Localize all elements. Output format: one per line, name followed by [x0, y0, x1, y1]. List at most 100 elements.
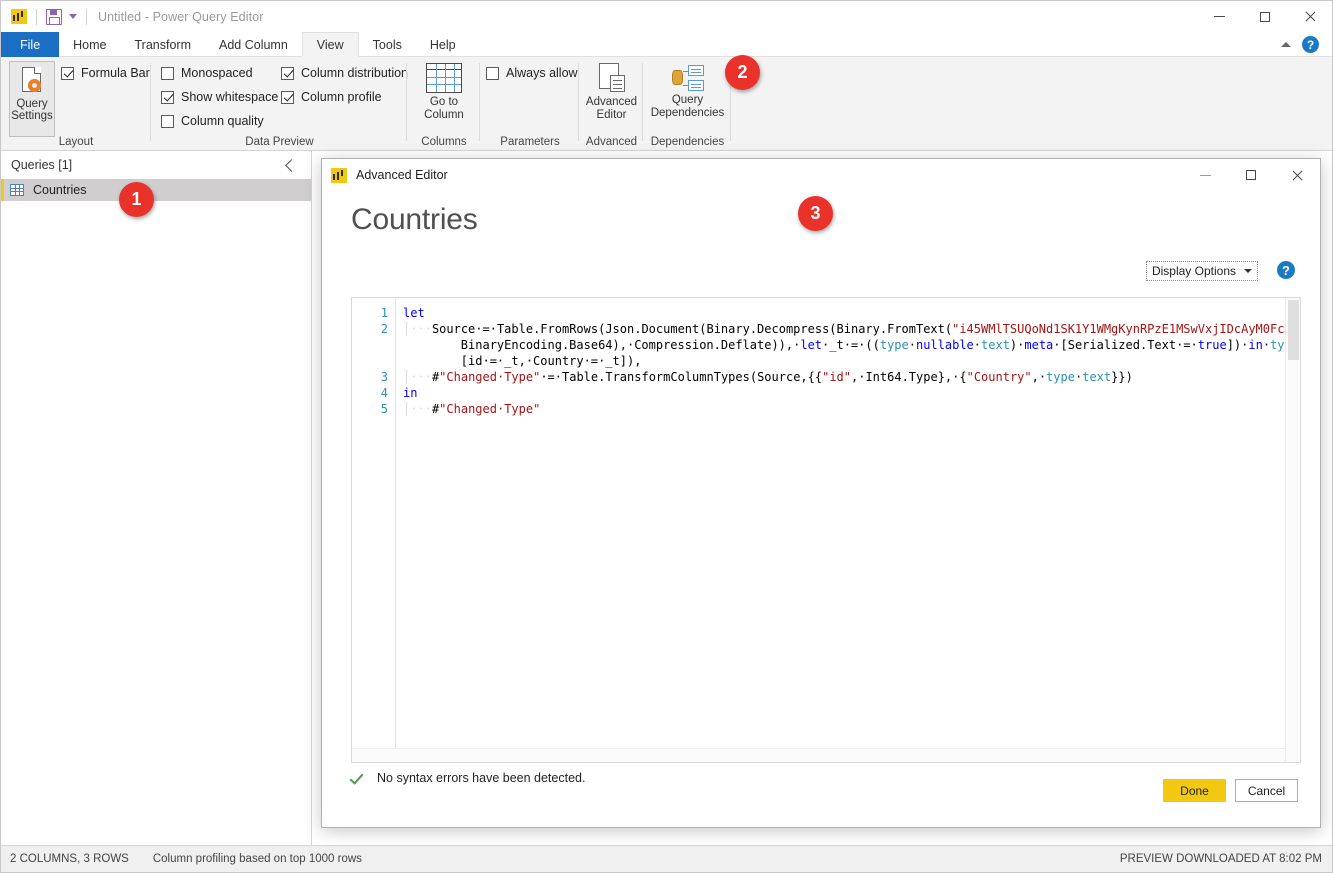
query-dependencies-button[interactable]: Query Dependencies [644, 63, 731, 120]
power-query-editor-window: Untitled - Power Query Editor File Home … [0, 0, 1333, 873]
divider [479, 63, 480, 141]
checkbox-show-whitespace[interactable]: Show whitespace [161, 90, 278, 104]
ribbon-group-data-preview: Monospaced Show whitespace Column qualit… [152, 57, 407, 151]
checkbox-column-quality[interactable]: Column quality [161, 114, 264, 128]
dialog-close-button[interactable] [1274, 159, 1320, 191]
dialog-help-icon[interactable]: ? [1277, 261, 1295, 279]
tab-help[interactable]: Help [416, 32, 470, 57]
dialog-title-bar: Advanced Editor [322, 159, 1320, 191]
vertical-scrollbar[interactable] [1285, 298, 1300, 762]
title-bar: Untitled - Power Query Editor [1, 1, 1332, 32]
dialog-body: Countries Display Options ? 1200345 let│… [322, 191, 1320, 827]
syntax-status: No syntax errors have been detected. [351, 771, 585, 785]
maximize-button[interactable] [1242, 1, 1287, 32]
close-button[interactable] [1287, 1, 1332, 32]
go-to-column-button[interactable]: Go to Column [408, 63, 480, 122]
line-numbers-content: 1200345 [352, 305, 388, 417]
advanced-editor-dialog: Advanced Editor Countries Display Option… [321, 158, 1321, 828]
checkbox-icon [161, 91, 174, 104]
horizontal-scrollbar[interactable] [352, 748, 1285, 762]
maximize-icon [1260, 12, 1270, 22]
ribbon-group-label-columns: Columns [408, 136, 480, 148]
tab-transform[interactable]: Transform [121, 32, 206, 57]
annotation-badge-1: 1 [119, 182, 154, 217]
tab-add-column[interactable]: Add Column [205, 32, 302, 57]
checkbox-column-profile[interactable]: Column profile [281, 90, 382, 104]
checkbox-column-profile-label: Column profile [301, 90, 382, 104]
query-settings-label-line1: Query [16, 98, 47, 110]
save-icon[interactable] [46, 9, 62, 25]
line-number-gutter: 1200345 [352, 298, 396, 762]
caret-down-icon [1244, 269, 1252, 273]
dialog-maximize-button[interactable] [1228, 159, 1274, 191]
cancel-button[interactable]: Cancel [1235, 779, 1298, 802]
advanced-editor-button[interactable]: Advanced Editor [580, 63, 643, 122]
queries-pane-header: Queries [1] [1, 151, 311, 179]
dialog-minimize-button[interactable] [1182, 159, 1228, 191]
close-icon [1291, 169, 1303, 181]
syntax-status-text: No syntax errors have been detected. [377, 771, 585, 785]
divider [642, 63, 643, 141]
checkbox-formula-bar[interactable]: Formula Bar [61, 66, 150, 80]
checkbox-icon [281, 91, 294, 104]
close-icon [1304, 11, 1316, 23]
go-to-column-label-line2: Column [424, 109, 464, 121]
code-content[interactable]: let│···Source·=·Table.FromRows(Json.Docu… [396, 298, 1300, 762]
checkbox-column-distribution[interactable]: Column distribution [281, 66, 408, 80]
done-button[interactable]: Done [1163, 779, 1226, 802]
checkbox-formula-bar-label: Formula Bar [81, 66, 150, 80]
tab-home[interactable]: Home [59, 32, 120, 57]
table-grid-icon [426, 63, 462, 93]
chevron-up-icon[interactable] [1281, 42, 1291, 47]
queries-pane-title: Queries [1] [11, 158, 72, 172]
tab-file[interactable]: File [1, 32, 59, 57]
caret-down-icon[interactable] [69, 14, 77, 19]
checkbox-icon [161, 67, 174, 80]
sidebar-item-label: Countries [33, 183, 87, 197]
ribbon-group-columns: Go to Column Columns [408, 57, 480, 151]
query-settings-button[interactable]: Query Settings [9, 61, 55, 137]
chevron-left-icon[interactable] [285, 159, 298, 172]
checkbox-icon [486, 67, 499, 80]
page-title: Countries [351, 203, 478, 237]
checkbox-always-allow-label: Always allow [506, 66, 578, 80]
window-controls [1197, 1, 1332, 32]
minimize-icon [1214, 16, 1225, 17]
code-editor[interactable]: 1200345 let│···Source·=·Table.FromRows(J… [351, 297, 1301, 763]
query-dependencies-icon [671, 63, 705, 93]
tab-tools[interactable]: Tools [359, 32, 416, 57]
tab-view[interactable]: View [302, 32, 359, 57]
divider [36, 9, 37, 25]
checkbox-monospaced[interactable]: Monospaced [161, 66, 253, 80]
minimize-button[interactable] [1197, 1, 1242, 32]
minimize-icon [1200, 175, 1211, 176]
annotation-badge-3: 3 [798, 196, 833, 231]
dialog-title-text: Advanced Editor [356, 168, 448, 182]
code-text: let│···Source·=·Table.FromRows(Json.Docu… [403, 305, 1300, 417]
divider [406, 63, 407, 141]
query-dependencies-label-line1: Query [672, 94, 703, 106]
maximize-icon [1246, 170, 1256, 180]
query-dependencies-label-line2: Dependencies [651, 107, 725, 119]
advanced-editor-label-line1: Advanced [586, 96, 637, 108]
ribbon-group-layout: Query Settings Formula Bar Layout [1, 57, 151, 151]
status-preview-downloaded: PREVIEW DOWNLOADED AT 8:02 PM [1120, 853, 1322, 865]
scrollbar-thumb[interactable] [1288, 300, 1299, 360]
checkbox-column-distribution-label: Column distribution [301, 66, 408, 80]
dialog-buttons: Done Cancel [1163, 779, 1298, 802]
ribbon-tab-strip: File Home Transform Add Column View Tool… [1, 32, 1332, 57]
check-icon [351, 773, 365, 783]
power-bi-logo-icon [331, 168, 347, 183]
ribbon-group-label-layout: Layout [31, 136, 121, 148]
window-title: Untitled - Power Query Editor [98, 10, 263, 24]
checkbox-always-allow[interactable]: Always allow [486, 66, 578, 80]
queries-pane: Queries [1] Countries [1, 151, 312, 845]
checkbox-column-quality-label: Column quality [181, 114, 264, 128]
sidebar-item-countries[interactable]: Countries [1, 179, 311, 201]
go-to-column-label-line1: Go to [430, 96, 458, 108]
ribbon-group-label-parameters: Parameters [481, 136, 579, 148]
display-options-dropdown[interactable]: Display Options [1146, 261, 1258, 281]
advanced-editor-icon [597, 63, 627, 95]
help-icon[interactable]: ? [1302, 36, 1319, 53]
checkbox-monospaced-label: Monospaced [181, 66, 253, 80]
